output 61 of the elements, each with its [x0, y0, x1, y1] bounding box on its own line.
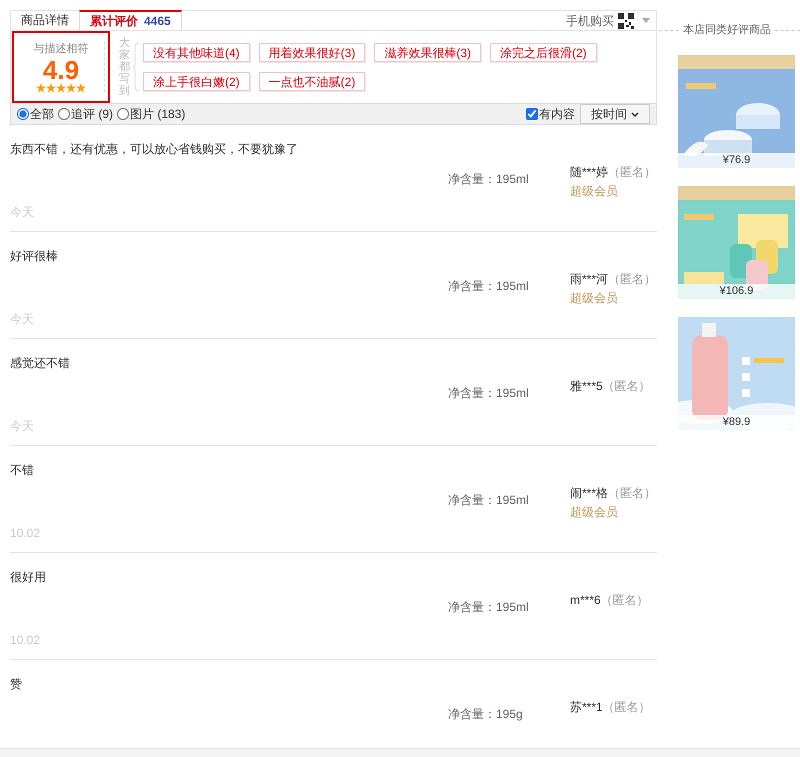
star-icon [76, 83, 86, 94]
reviewer-name: 闹***格 [570, 485, 608, 502]
star-icon [36, 83, 46, 94]
reviewer-name: 雨***河 [570, 271, 608, 288]
star-icon [56, 83, 66, 94]
star-icon [46, 83, 56, 94]
member-label: 超级会员 [570, 504, 619, 521]
review-tag[interactable]: 滋养效果很棒(3) [374, 43, 482, 62]
reviewer-name: m***6 [570, 592, 601, 609]
rating-score: 4.9 [42, 57, 80, 84]
anonymous-label: （匿名） [608, 164, 656, 181]
anonymous-label: （匿名） [600, 592, 649, 609]
product-spec: 净含量：195ml [448, 278, 529, 295]
product-spec: 净含量：195ml [448, 599, 529, 616]
product-price: ¥106.9 [678, 284, 795, 299]
member-label: 超级会员 [570, 183, 619, 200]
sort-dropdown[interactable]: 按时间 [580, 104, 650, 124]
content-checkbox[interactable] [526, 108, 538, 120]
anonymous-label: （匿名） [608, 485, 656, 502]
review-text: 东西不错，还有优惠，可以放心省钱购买，不要犹豫了 [10, 141, 298, 158]
anonymous-label: （匿名） [602, 378, 651, 395]
tags-heading: 大家都写到 [119, 36, 130, 98]
rating-label: 与描述相符 [34, 42, 88, 57]
filter-label[interactable]: 全部 [30, 105, 54, 123]
filter-radio[interactable] [17, 108, 29, 120]
tab[interactable]: 商品详情 [11, 11, 79, 30]
product-price: ¥89.9 [678, 415, 795, 430]
star-icon [66, 83, 76, 94]
filter-radio[interactable] [58, 108, 70, 120]
mobile-buy-link[interactable]: 手机购买 [566, 12, 614, 30]
reviewer-name: 苏***1 [570, 699, 603, 716]
tab[interactable]: 累计评价 4465 [79, 10, 182, 30]
product-spec: 净含量：195g [448, 706, 523, 723]
review-tag[interactable]: 涂完之后很滑(2) [490, 43, 597, 62]
reviewer-name: 雅***5 [570, 378, 603, 395]
brace-icon [133, 42, 139, 92]
review-tag[interactable]: 涂上手很白嫩(2) [143, 72, 250, 91]
reviewer-name: 随***婷 [570, 164, 608, 181]
review-text: 赞 [10, 676, 22, 693]
product-spec: 净含量：195ml [448, 385, 529, 402]
filter-radio[interactable] [117, 108, 129, 120]
caret-icon[interactable] [642, 18, 650, 23]
member-label: 超级会员 [570, 290, 619, 307]
chevron-down-icon [631, 112, 639, 116]
review-tag[interactable]: 用着效果很好(3) [258, 43, 366, 62]
product-spec: 净含量：195ml [448, 492, 529, 509]
review-tag[interactable]: 没有其他味道(4) [143, 43, 250, 62]
checkbox-label: 有内容 [539, 106, 575, 123]
product-spec: 净含量：195ml [448, 171, 529, 188]
anonymous-label: （匿名） [608, 271, 656, 288]
anonymous-label: （匿名） [602, 699, 651, 716]
review-text: 好评很棒 [10, 248, 58, 265]
review-tag[interactable]: 一点也不油腻(2) [258, 72, 366, 91]
qr-code-icon [618, 12, 634, 28]
review-text: 感觉还不错 [10, 355, 70, 372]
review-text: 不错 [10, 462, 34, 479]
filter-label[interactable]: 追评 (9) [71, 105, 113, 123]
product-price: ¥76.9 [678, 153, 795, 168]
filter-label[interactable]: 图片 (183) [130, 105, 186, 123]
review-text: 很好用 [10, 569, 46, 586]
section-title: 本店同类好评商品 [683, 22, 771, 38]
